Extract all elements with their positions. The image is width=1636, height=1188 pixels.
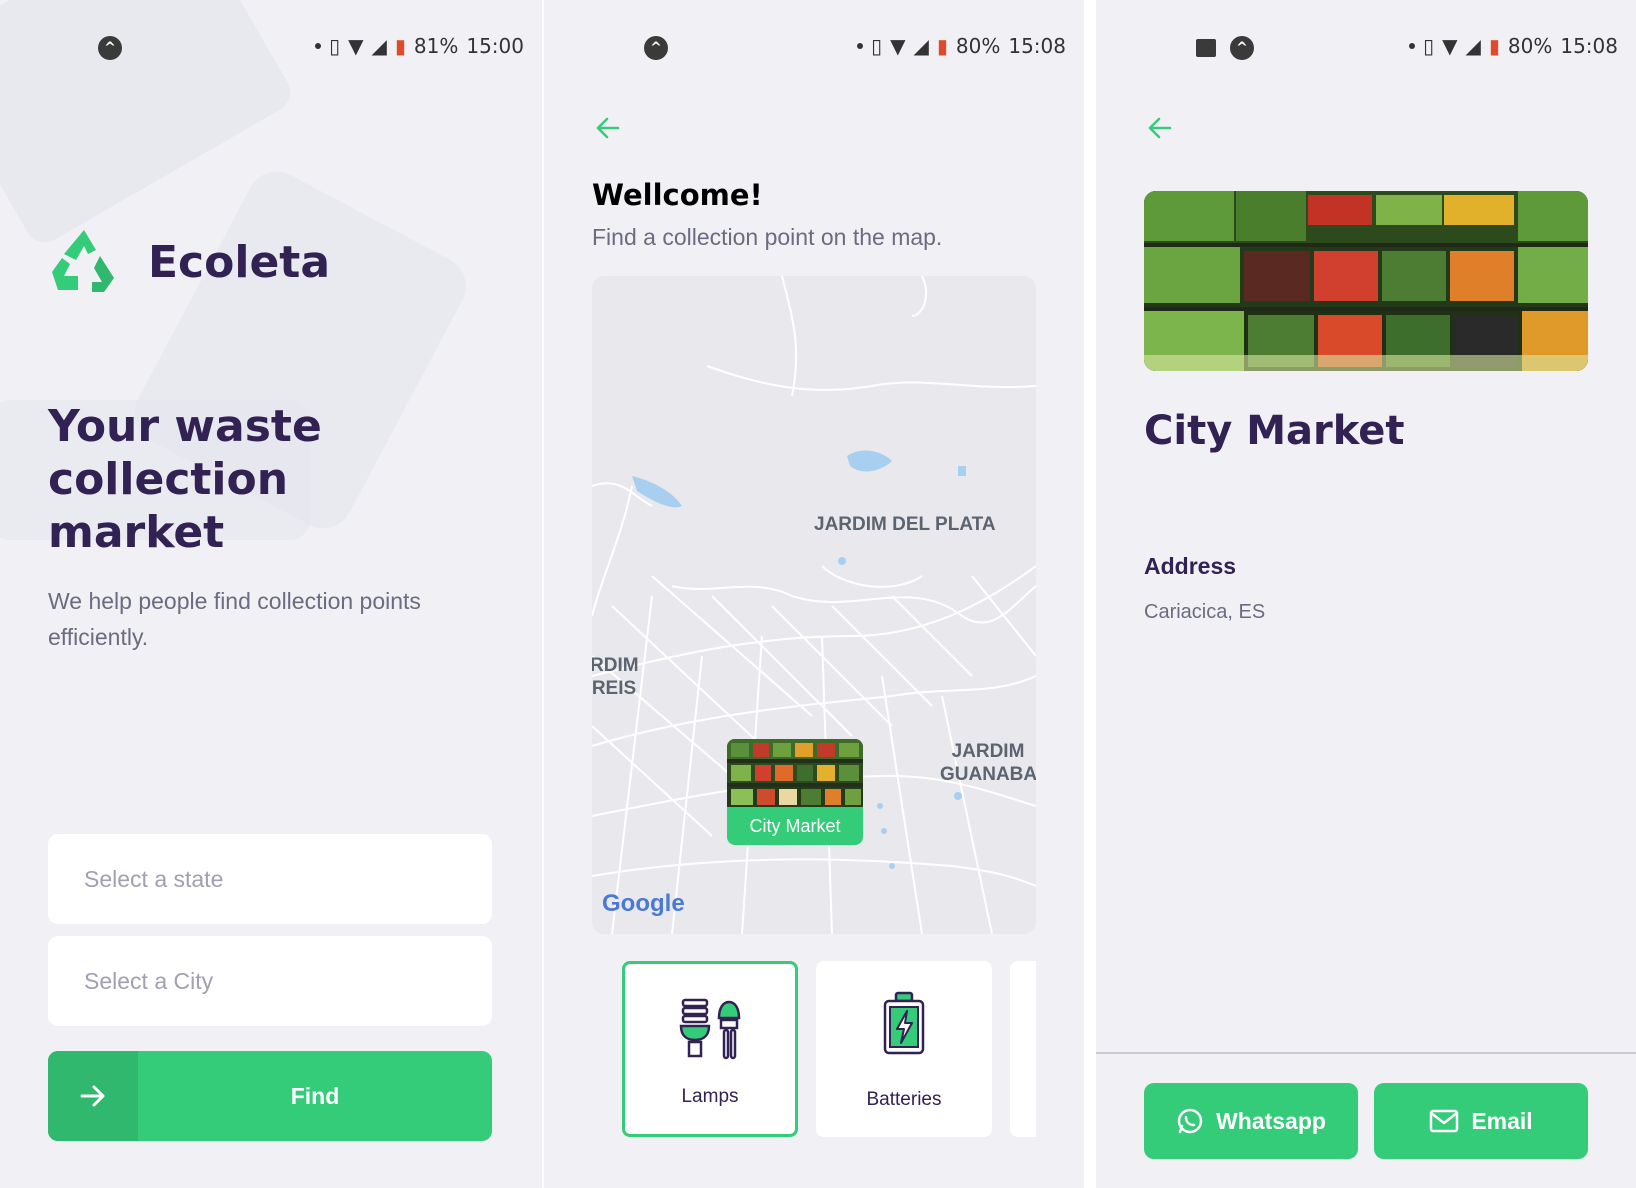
email-label: Email — [1471, 1107, 1533, 1134]
back-arrow-icon[interactable] — [1146, 114, 1174, 142]
arrow-right-icon — [80, 1085, 105, 1107]
app-notification-icon: ^ — [98, 36, 122, 60]
brand-name: Ecoleta — [148, 236, 331, 288]
wifi-icon: ▼ — [1442, 34, 1458, 58]
image-notification-icon — [1196, 39, 1216, 57]
clock: 15:08 — [1560, 34, 1618, 58]
hero-description: We help people find collection points ef… — [48, 588, 421, 650]
screen-separator — [1084, 0, 1086, 1188]
state-select[interactable]: Select a state — [48, 834, 492, 924]
city-select[interactable]: Select a City — [48, 936, 492, 1026]
find-button[interactable]: Find — [48, 1051, 492, 1141]
find-arrow-box — [48, 1051, 138, 1141]
map-area-label: JARDIM GUANABAR — [940, 741, 1036, 785]
battery-icon — [883, 991, 925, 1055]
map-area-label: JARDIM DEL PLATA — [814, 514, 996, 535]
wifi-icon: ▼ — [890, 34, 906, 58]
app-notification-icon: ^ — [644, 36, 668, 60]
battery-percent: 81% — [413, 34, 459, 58]
signal-icon: ◢ — [913, 34, 929, 58]
signal-icon: ◢ — [1465, 34, 1481, 58]
vibrate-icon: ▯ — [871, 34, 883, 58]
map-area-label: RDIM REIS — [592, 655, 638, 699]
status-bar: ^ ▯ ▼ ◢ ▮ 80% 15:08 — [544, 30, 1084, 64]
lamp-icon — [679, 998, 741, 1060]
whatsapp-button[interactable]: Whatsapp — [1144, 1083, 1358, 1159]
welcome-description: Find a collection point on the map. — [592, 224, 943, 250]
vibrate-icon: ▯ — [1423, 34, 1435, 58]
detail-screen: ^ ▯ ▼ ◢ ▮ 80% 15:08 City Market Address … — [1096, 0, 1636, 1188]
status-bar: ^ ▯ ▼ ◢ ▮ 80% 15:08 — [1096, 30, 1636, 64]
clock: 15:00 — [466, 34, 524, 58]
map-screen: ^ ▯ ▼ ◢ ▮ 80% 15:08 Wellcome! Find a col… — [544, 0, 1084, 1188]
battery-icon: ▮ — [936, 34, 948, 58]
back-arrow-icon[interactable] — [594, 114, 622, 142]
item-next-partial[interactable] — [1010, 961, 1036, 1137]
whatsapp-label: Whatsapp — [1216, 1107, 1326, 1134]
wifi-icon: ▼ — [348, 34, 364, 58]
marker-photo — [727, 739, 863, 807]
recycle-icon — [52, 230, 114, 292]
item-label: Batteries — [866, 1089, 942, 1110]
address-text: Cariacica, ES — [1144, 601, 1266, 623]
point-name: City Market — [1144, 408, 1405, 454]
mail-icon — [1430, 1109, 1459, 1133]
signal-icon: ◢ — [371, 34, 387, 58]
google-attribution: Google — [602, 890, 685, 918]
status-bar: ^ ▯ ▼ ◢ ▮ 81% 15:00 — [0, 30, 542, 64]
footer-divider — [1096, 1052, 1636, 1054]
whatsapp-icon — [1177, 1108, 1203, 1134]
map-marker-city-market[interactable]: City Market — [727, 739, 863, 845]
item-lamps[interactable]: Lamps — [622, 961, 798, 1137]
vibrate-icon: ▯ — [329, 34, 341, 58]
item-batteries[interactable]: Batteries — [816, 961, 992, 1137]
battery-percent: 80% — [1507, 34, 1553, 58]
battery-percent: 80% — [955, 34, 1001, 58]
email-button[interactable]: Email — [1374, 1083, 1588, 1159]
address-heading: Address — [1144, 553, 1237, 579]
notification-dot-icon — [857, 43, 864, 49]
clock: 15:08 — [1008, 34, 1066, 58]
map-view[interactable]: JARDIM DEL PLATA RDIM REIS JARDIM GUANAB… — [592, 276, 1036, 934]
point-photo — [1144, 191, 1588, 371]
brand-logo: Ecoleta — [48, 228, 330, 296]
app-notification-icon: ^ — [1230, 36, 1254, 60]
find-button-label: Find — [290, 1082, 340, 1109]
google-logo-text: Google — [602, 890, 685, 917]
notification-dot-icon — [1409, 43, 1416, 49]
marker-label: City Market — [749, 815, 841, 836]
battery-icon: ▮ — [394, 34, 406, 58]
battery-icon: ▮ — [1488, 34, 1500, 58]
notification-dot-icon — [315, 43, 322, 49]
home-screen: ^ ▯ ▼ ◢ ▮ 81% 15:00 Ecoleta Your waste c… — [0, 0, 542, 1188]
hero-title: Your waste collection market — [48, 401, 322, 558]
item-label: Lamps — [681, 1086, 739, 1107]
welcome-title: Wellcome! — [592, 178, 763, 212]
